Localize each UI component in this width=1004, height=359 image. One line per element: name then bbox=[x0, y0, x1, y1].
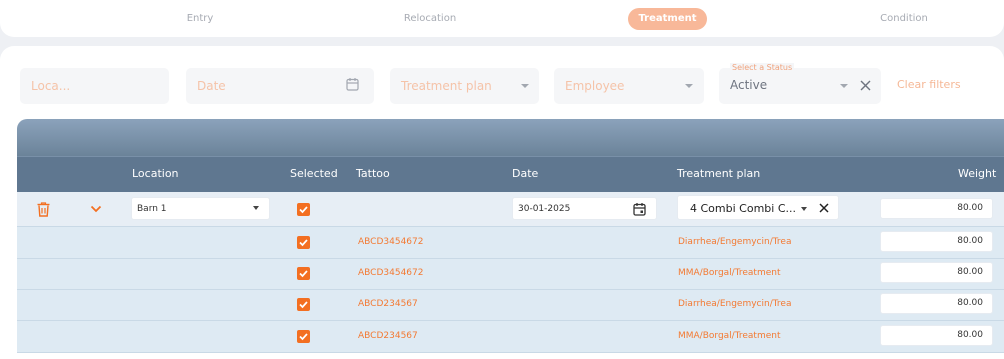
status-filter-value: Active bbox=[730, 78, 768, 92]
column-treatment-plan[interactable]: Treatment plan bbox=[677, 167, 760, 180]
weight-value: 80.00 bbox=[957, 298, 983, 308]
edit-row: Barn 1 30-01-2025 4 Combi Combi C... 80.… bbox=[17, 192, 1004, 227]
column-location[interactable]: Location bbox=[132, 167, 179, 180]
selected-checkbox[interactable] bbox=[297, 236, 310, 249]
tattoo-link[interactable]: ABCD3454672 bbox=[358, 237, 423, 247]
column-date[interactable]: Date bbox=[512, 167, 538, 180]
tattoo-link[interactable]: ABCD234567 bbox=[358, 331, 418, 341]
table-header: Location Selected Tattoo Date Treatment … bbox=[17, 156, 1004, 192]
trash-icon[interactable] bbox=[37, 202, 50, 217]
chevron-down-icon[interactable] bbox=[840, 84, 848, 88]
chevron-down-icon[interactable] bbox=[90, 205, 102, 213]
calendar-icon[interactable] bbox=[346, 77, 359, 91]
clear-filters-button[interactable]: Clear filters bbox=[897, 78, 961, 91]
table-row[interactable]: ABCD3454672 MMA/Borgal/Treatment 80.00 bbox=[17, 259, 1004, 290]
date-input[interactable]: 30-01-2025 bbox=[512, 197, 657, 220]
weight-input[interactable]: 80.00 bbox=[880, 325, 993, 346]
table-row[interactable]: ABCD234567 MMA/Borgal/Treatment 80.00 bbox=[17, 321, 1004, 353]
selected-checkbox[interactable] bbox=[297, 330, 310, 343]
weight-value: 80.00 bbox=[957, 267, 983, 277]
clear-status-icon[interactable] bbox=[860, 80, 871, 91]
chevron-down-icon bbox=[521, 84, 529, 88]
tattoo-link[interactable]: ABCD234567 bbox=[358, 299, 418, 309]
treatment-plan-link[interactable]: MMA/Borgal/Treatment bbox=[678, 331, 791, 341]
location-filter[interactable]: Loca... bbox=[20, 68, 169, 104]
treatment-plan-filter[interactable]: Treatment plan bbox=[390, 68, 539, 104]
selected-checkbox[interactable] bbox=[297, 267, 310, 280]
tab-relocation[interactable]: Relocation bbox=[380, 8, 480, 30]
calendar-icon[interactable] bbox=[633, 202, 646, 216]
location-filter-placeholder: Loca... bbox=[31, 79, 71, 93]
step-tabs: Entry Relocation Treatment Condition bbox=[0, 0, 1004, 37]
employee-filter[interactable]: Employee bbox=[554, 68, 704, 104]
column-weight[interactable]: Weight bbox=[958, 167, 996, 180]
tab-entry[interactable]: Entry bbox=[150, 8, 250, 30]
date-input-value: 30-01-2025 bbox=[518, 204, 571, 214]
treatment-plan-filter-placeholder: Treatment plan bbox=[401, 79, 492, 93]
employee-filter-placeholder: Employee bbox=[565, 79, 625, 93]
weight-value: 80.00 bbox=[957, 236, 983, 246]
table-row[interactable]: ABCD234567 Diarrhea/Engemycin/Treatment … bbox=[17, 290, 1004, 321]
table-row[interactable]: ABCD3454672 Diarrhea/Engemycin/Treatment… bbox=[17, 227, 1004, 259]
tab-treatment[interactable]: Treatment bbox=[628, 8, 707, 30]
location-select-value: Barn 1 bbox=[137, 204, 167, 214]
location-select[interactable]: Barn 1 bbox=[131, 197, 270, 220]
close-icon[interactable] bbox=[819, 203, 829, 213]
weight-value: 80.00 bbox=[957, 203, 983, 213]
date-filter[interactable]: Date bbox=[186, 68, 374, 104]
weight-input[interactable]: 80.00 bbox=[880, 198, 993, 219]
treatment-plan-link[interactable]: MMA/Borgal/Treatment bbox=[678, 268, 791, 278]
chevron-down-icon[interactable] bbox=[801, 207, 807, 211]
chevron-down-icon bbox=[253, 206, 259, 210]
weight-value: 80.00 bbox=[957, 330, 983, 340]
treatment-table: Location Selected Tattoo Date Treatment … bbox=[17, 119, 1004, 359]
chevron-down-icon bbox=[685, 84, 693, 88]
status-filter-label: Select a Status bbox=[730, 63, 795, 72]
column-selected[interactable]: Selected bbox=[290, 167, 338, 180]
selected-checkbox[interactable] bbox=[297, 298, 310, 311]
column-tattoo[interactable]: Tattoo bbox=[356, 167, 390, 180]
weight-input[interactable]: 80.00 bbox=[880, 293, 993, 314]
table-toolbar bbox=[17, 119, 1004, 156]
weight-input[interactable]: 80.00 bbox=[880, 231, 993, 252]
treatment-plan-link[interactable]: Diarrhea/Engemycin/Treatment bbox=[678, 237, 791, 247]
date-filter-placeholder: Date bbox=[197, 79, 226, 93]
treatment-plan-select[interactable]: 4 Combi Combi C... bbox=[677, 195, 839, 220]
status-filter[interactable]: Active bbox=[719, 68, 881, 104]
tab-condition[interactable]: Condition bbox=[854, 8, 954, 30]
treatment-plan-link[interactable]: Diarrhea/Engemycin/Treatment bbox=[678, 299, 791, 309]
tattoo-link[interactable]: ABCD3454672 bbox=[358, 268, 423, 278]
selected-checkbox[interactable] bbox=[297, 203, 310, 216]
weight-input[interactable]: 80.00 bbox=[880, 262, 993, 283]
treatment-plan-select-value: 4 Combi Combi C... bbox=[690, 202, 796, 215]
